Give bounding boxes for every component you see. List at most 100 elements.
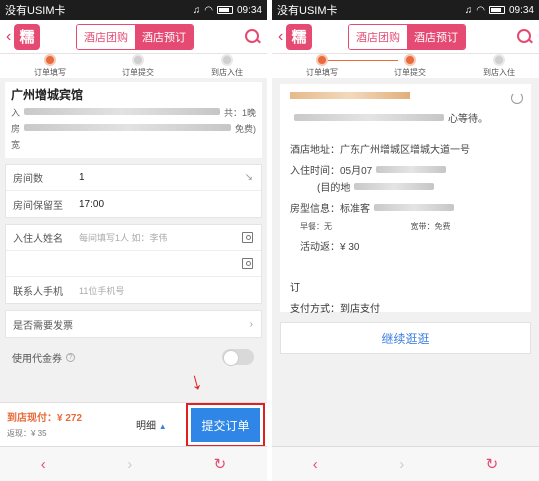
redacted-text (24, 108, 220, 115)
step-dot (132, 54, 144, 66)
help-icon[interactable]: ? (66, 352, 75, 362)
rooms-label: 房间数 (13, 174, 43, 185)
hotel-summary-card: 广州增城宾馆 入 共：1晚 房 免费) 宽 (5, 82, 262, 158)
guest-name-row-2 (6, 251, 261, 277)
pay-amount: 到店现付：¥ 272 (7, 413, 83, 424)
redacted-text (354, 183, 435, 190)
order-no-prefix: 订 (290, 283, 300, 294)
step-fill: 订单填写 (292, 54, 352, 78)
annotation-arrow-icon: ↓ (186, 366, 206, 397)
browser-nav-bar: ‹ › ↻ (272, 446, 539, 481)
back-icon[interactable]: ‹ (313, 456, 318, 473)
back-arrow-icon[interactable]: ‹ (6, 28, 14, 46)
guest-name-input[interactable]: 每间填写1人 如：李伟 (79, 231, 168, 244)
tab-hotel-booking[interactable]: 酒店预订 (135, 24, 193, 49)
result-title (290, 90, 521, 104)
refresh-icon[interactable]: ↻ (214, 455, 227, 473)
contact-book-icon[interactable] (242, 258, 253, 269)
hotel-address: 酒店地址：广东广州增城区增城大道一号 (290, 145, 470, 156)
room-suffix: 免费) (235, 124, 256, 134)
order-submitted-screen: 没有USIM卡 ♫ ◠ 09:34 ‹ 糯 酒店团购 酒店预订 订单填写 订单提… (272, 0, 539, 481)
phone-input[interactable]: 11位手机号 (79, 284, 124, 297)
broadband-line: 宽 (11, 138, 256, 151)
step-dot (221, 54, 233, 66)
status-icons: ♫ ◠ 09:34 (465, 5, 534, 16)
hold-time-row[interactable]: 房间保留至 17:00 (6, 191, 261, 217)
voucher-label: 使用代金券 (12, 353, 62, 365)
step-label: 到店入住 (211, 68, 243, 77)
redacted-text (374, 204, 454, 211)
address-line: 酒店地址：广东广州增城区增城大道一号 (290, 141, 521, 156)
tab-hotel-group[interactable]: 酒店团购 (77, 24, 135, 49)
guest-name-row: 入住人姓名 每间填写1人 如：李伟 (6, 225, 261, 251)
step-checkin: 到店入住 (197, 54, 257, 78)
mode-segment: 酒店团购 酒店预订 (76, 23, 194, 50)
chevron-icon: ↘ (244, 172, 253, 183)
checkin-sub-line: (目的地 (290, 179, 521, 194)
guest-info-group: 入住人姓名 每间填写1人 如：李伟 联系人手机 11位手机号 (5, 224, 262, 304)
chevron-icon: › (249, 318, 253, 330)
wait-line: 心等待。 (290, 110, 521, 125)
room-type: 房型信息：标准客 (290, 204, 370, 215)
search-icon[interactable] (245, 28, 261, 45)
progress-steps: 订单填写 订单提交 到店入住 (0, 54, 267, 78)
battery-icon (216, 6, 233, 14)
broadband-info: 宽带：免费 (410, 222, 451, 231)
redacted-text (376, 166, 447, 173)
step-dot (404, 54, 416, 66)
app-logo[interactable]: 糯 (286, 23, 312, 50)
pay-method-line: 支付方式：到店支付 (290, 300, 521, 315)
hotel-name: 广州增城宾馆 (11, 88, 84, 102)
invoice-group: 是否需要发票 › (5, 310, 262, 338)
step-label: 订单填写 (306, 68, 338, 77)
contact-book-icon[interactable] (242, 232, 253, 243)
activity-rebate: 活动返：¥ 30 (300, 242, 360, 253)
hold-label: 房间保留至 (13, 200, 63, 212)
detail-link[interactable]: 明细 ▲ (136, 417, 167, 432)
mode-segment: 酒店团购 酒店预订 (348, 23, 466, 50)
step-dot (493, 54, 505, 66)
order-result-card: 心等待。 酒店地址：广东广州增城区增城大道一号 入住时间：05月07 (目的地 … (280, 84, 531, 315)
carrier-label: 没有USIM卡 (5, 5, 66, 17)
step-dot (316, 54, 328, 66)
activity-line: 活动返：¥ 30 (290, 238, 521, 253)
amenities-line: 早餐：无 宽带：免费 (290, 221, 521, 232)
wifi-icon: ◠ (204, 4, 213, 16)
wait-text: 心等待。 (448, 114, 488, 125)
tab-hotel-booking[interactable]: 酒店预订 (407, 24, 465, 49)
app-logo[interactable]: 糯 (14, 23, 40, 50)
pay-method: 支付方式：到店支付 (290, 304, 380, 315)
back-arrow-icon[interactable]: ‹ (278, 28, 286, 46)
order-form-screen: 没有USIM卡 ♫ ◠ 09:34 ‹ 糯 酒店团购 酒店预订 订单填写 订单提… (0, 0, 267, 481)
voucher-toggle[interactable] (222, 349, 254, 366)
search-icon[interactable] (517, 28, 533, 45)
line-prefix: 房 (11, 124, 21, 134)
step-submit: 订单提交 (108, 54, 168, 78)
redacted-text (294, 114, 444, 121)
continue-browsing-button[interactable]: 继续逛逛 (280, 322, 531, 354)
app-header: ‹ 糯 酒店团购 酒店预订 (272, 20, 539, 54)
tab-hotel-group[interactable]: 酒店团购 (349, 24, 407, 49)
back-icon[interactable]: ‹ (41, 456, 46, 473)
stay-dates-line: 入 共：1晚 (11, 106, 256, 119)
detail-label: 明细 (136, 421, 156, 432)
phone-label: 联系人手机 (13, 286, 63, 298)
redacted-text (290, 92, 410, 99)
line-prefix: 入 (11, 108, 21, 118)
submit-order-button[interactable]: 提交订单 (191, 408, 260, 442)
nights-label: 共：1晚 (223, 108, 256, 118)
forward-icon[interactable]: › (399, 456, 404, 473)
reload-icon[interactable] (511, 92, 523, 104)
battery-icon (488, 6, 505, 14)
invoice-row[interactable]: 是否需要发票 › (6, 311, 261, 337)
guest-name-label: 入住人姓名 (13, 234, 63, 245)
clock-label: 09:34 (236, 4, 262, 16)
redacted-text (24, 124, 231, 131)
rooms-row[interactable]: 房间数 1 ↘ (6, 165, 261, 191)
forward-icon[interactable]: › (127, 456, 132, 473)
hold-value: 17:00 (79, 198, 105, 210)
refresh-icon[interactable]: ↻ (486, 455, 499, 473)
headphone-icon: ♫ (192, 4, 201, 16)
order-no-line: 订 (290, 279, 521, 294)
app-header: ‹ 糯 酒店团购 酒店预订 (0, 20, 267, 54)
